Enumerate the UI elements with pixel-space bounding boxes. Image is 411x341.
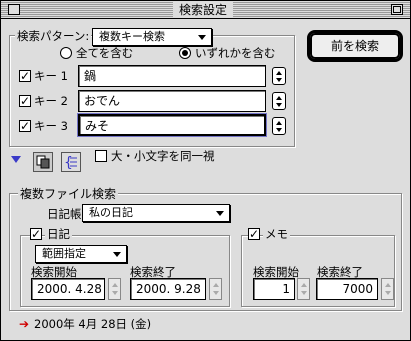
key-2-options-button[interactable] [272, 92, 286, 110]
close-box-icon[interactable] [8, 4, 20, 15]
memo-start-label: 検索開始 [253, 265, 299, 279]
zoom-box-icon[interactable] [391, 4, 403, 15]
key-3-label: キー 3 [34, 119, 68, 133]
key-3-options-button[interactable] [272, 117, 286, 135]
range-popup[interactable]: 範囲指定 [35, 245, 127, 263]
memo-end-input[interactable]: 7000 [316, 278, 378, 300]
case-insensitive-label: 大・小文字を同一視 [111, 149, 215, 163]
match-any-label: いずれかを含む [195, 46, 276, 60]
memo-start-stepper[interactable] [297, 278, 310, 300]
key-2-label: キー 2 [34, 94, 68, 108]
list-icon[interactable]: { [61, 152, 81, 172]
case-insensitive-checkbox[interactable] [95, 150, 107, 162]
key-1-input[interactable]: 鍋 [78, 65, 266, 87]
range-value: 範囲指定 [42, 247, 86, 260]
match-any-radio[interactable] [179, 47, 191, 59]
disclosure-triangle-icon[interactable] [11, 156, 21, 163]
copy-icon[interactable] [33, 152, 53, 172]
key-2-checkbox[interactable]: ✓ [19, 95, 31, 107]
diary-book-value: 私の日記 [89, 206, 133, 219]
window-title: 検索設定 [173, 2, 234, 18]
prev-search-button[interactable]: 前を検索 [307, 30, 403, 62]
chevron-down-icon [216, 211, 224, 216]
diary-end-stepper[interactable] [209, 278, 222, 300]
key-1-options-button[interactable] [272, 67, 286, 85]
svg-text:{: { [64, 155, 73, 171]
key-2-input[interactable]: おでん [78, 90, 266, 112]
key-1-label: キー 1 [34, 69, 68, 83]
match-all-radio[interactable] [60, 47, 72, 59]
search-settings-window: 検索設定 検索パターン: 複数キー検索 全てを含む いずれかを含む ✓ キー 1… [0, 0, 411, 341]
diary-start-label: 検索開始 [31, 265, 77, 279]
arrow-right-icon: ➔ [19, 317, 30, 331]
memo-start-input[interactable]: 1 [253, 278, 295, 300]
key-3-checkbox[interactable]: ✓ [19, 120, 31, 132]
diary-label: 日記 [45, 227, 72, 241]
search-pattern-value: 複数キー検索 [99, 30, 165, 43]
search-pattern-popup[interactable]: 複数キー検索 [92, 28, 212, 46]
memo-end-value: 7000 [342, 282, 373, 296]
key-1-checkbox[interactable]: ✓ [19, 70, 31, 82]
diary-book-label: 日記帳: [47, 207, 86, 221]
memo-checkbox[interactable]: ✓ [248, 228, 260, 240]
chevron-down-icon [198, 35, 206, 40]
match-all-label: 全てを含む [76, 46, 134, 60]
memo-start-value: 1 [282, 282, 290, 296]
memo-label: メモ [263, 227, 290, 241]
diary-checkbox[interactable]: ✓ [30, 228, 42, 240]
diary-end-label: 検索終了 [130, 265, 176, 279]
diary-book-popup[interactable]: 私の日記 [82, 204, 230, 222]
chevron-down-icon [113, 252, 121, 257]
memo-end-label: 検索終了 [317, 265, 363, 279]
diary-end-input[interactable]: 2000. 9.28 [130, 278, 206, 300]
diary-start-input[interactable]: 2000. 4.28 [31, 278, 105, 300]
footer-date: 2000年 4月 28日 (金) [34, 317, 152, 331]
multi-file-label: 複数ファイル検索 [18, 187, 119, 201]
diary-start-stepper[interactable] [108, 278, 121, 300]
memo-end-stepper[interactable] [381, 278, 394, 300]
key-3-input[interactable]: みそ [77, 113, 267, 137]
search-pattern-label: 検索パターン: [15, 29, 92, 43]
title-bar[interactable]: 検索設定 [1, 1, 410, 19]
